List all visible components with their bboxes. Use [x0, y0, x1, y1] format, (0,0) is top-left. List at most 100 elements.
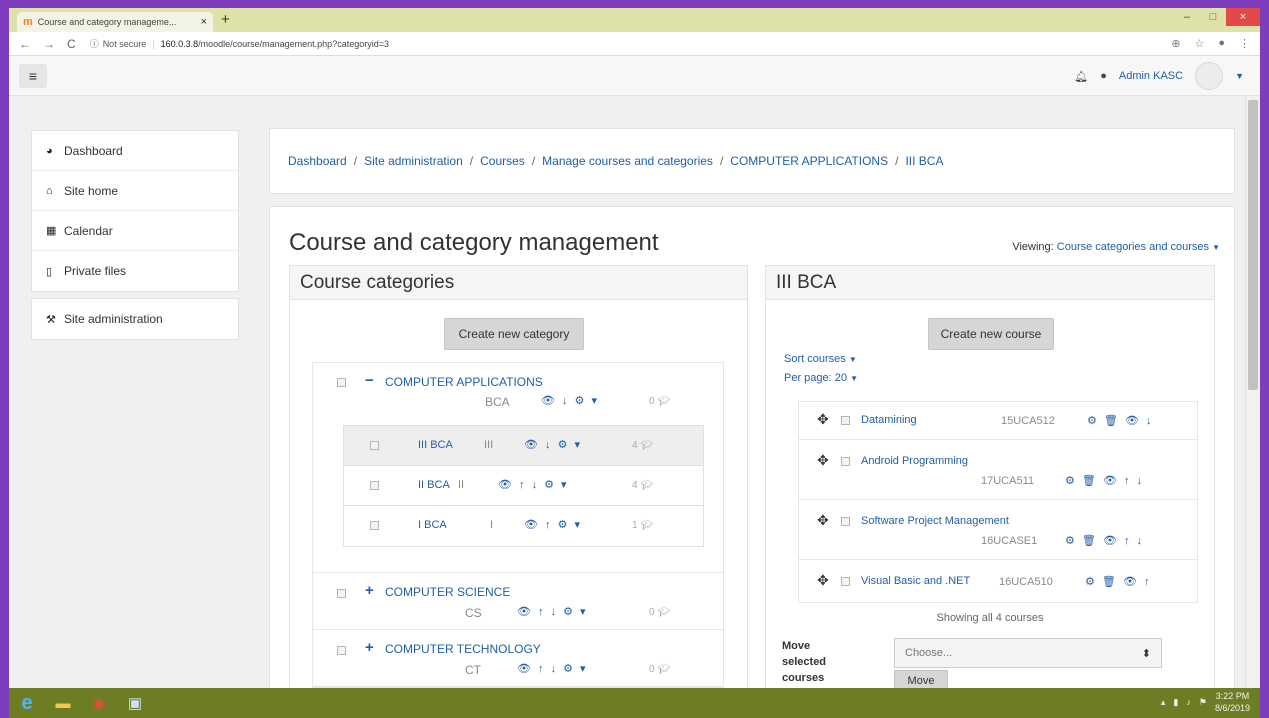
course-row[interactable]: ✥ Visual Basic and .NET 16UCA510 ⚙ 🗑︎ 👁︎…: [799, 560, 1197, 602]
scrollbar-thumb[interactable]: [1248, 100, 1258, 390]
url-field[interactable]: 160.0.3.8/moodle/course/management.php?c…: [161, 39, 1172, 49]
category-name[interactable]: COMPUTER TECHNOLOGY: [385, 642, 541, 656]
page-scrollbar[interactable]: [1245, 96, 1260, 688]
move-handle-icon[interactable]: ✥: [817, 411, 829, 428]
move-button[interactable]: Move: [894, 670, 948, 688]
word-icon[interactable]: ▣: [117, 688, 153, 718]
subcategory-row[interactable]: II BCA II 👁︎ ↑ ↓ ⚙ ▾ 4 🎓︎: [344, 466, 703, 506]
course-count: 4 🎓︎: [632, 480, 654, 491]
category-checkbox[interactable]: [337, 378, 346, 387]
category-name[interactable]: COMPUTER APPLICATIONS: [385, 375, 543, 389]
subcategory-name[interactable]: III BCA: [418, 439, 453, 451]
sidebar-item-private-files[interactable]: ▯ Private files: [32, 251, 238, 291]
sort-courses-dropdown[interactable]: Sort courses ▼: [784, 353, 857, 365]
create-course-button[interactable]: Create new course: [928, 318, 1054, 350]
sidebar-item-site-administration[interactable]: ⚒ Site administration: [32, 299, 238, 339]
breadcrumb-item[interactable]: Courses: [480, 154, 525, 168]
subcategory-actions[interactable]: 👁︎ ↑ ↓ ⚙ ▾: [498, 478, 569, 491]
breadcrumb-item[interactable]: COMPUTER APPLICATIONS: [730, 154, 888, 168]
course-name[interactable]: Datamining: [861, 414, 917, 426]
back-icon[interactable]: ←: [19, 37, 31, 51]
course-actions[interactable]: ⚙ 🗑︎ 👁︎ ↑ ↓: [1065, 534, 1144, 547]
subcategory-row[interactable]: I BCA I 👁︎ ↑ ⚙ ▾ 1 🎓︎: [344, 506, 703, 546]
course-checkbox[interactable]: [841, 457, 850, 466]
category-actions[interactable]: 👁︎ ↑ ↓ ⚙ ▾: [517, 605, 588, 618]
forward-icon[interactable]: →: [43, 37, 55, 51]
new-tab-button[interactable]: +: [221, 11, 230, 28]
collapse-icon[interactable]: −: [365, 372, 374, 389]
subcategory-name[interactable]: II BCA: [418, 479, 450, 491]
category-actions[interactable]: 👁︎ ↓ ⚙ ▾: [541, 394, 599, 407]
minimize-button[interactable]: –: [1174, 8, 1200, 26]
chat-icon[interactable]: ●: [1100, 70, 1107, 82]
course-name[interactable]: Software Project Management: [861, 515, 1009, 527]
category-checkbox[interactable]: [337, 646, 346, 655]
course-actions[interactable]: ⚙ 🗑︎ 👁︎ ↑ ↓: [1065, 474, 1144, 487]
course-name[interactable]: Visual Basic and .NET: [861, 575, 970, 587]
course-row[interactable]: ✥ Android Programming 17UCA511 ⚙ 🗑︎ 👁︎ ↑…: [799, 440, 1197, 500]
star-icon[interactable]: ☆: [1194, 37, 1204, 50]
flag-icon[interactable]: ⚑: [1199, 697, 1207, 708]
hamburger-icon[interactable]: ≡: [19, 64, 47, 88]
subcategory-checkbox[interactable]: [370, 481, 379, 490]
breadcrumb-item[interactable]: III BCA: [905, 154, 943, 168]
course-actions[interactable]: ⚙ 🗑︎ 👁︎ ↑: [1085, 575, 1151, 588]
breadcrumb-item[interactable]: Manage courses and categories: [542, 154, 713, 168]
sidebar-item-site-home[interactable]: ⌂ Site home: [32, 171, 238, 211]
volume-icon[interactable]: ♪: [1186, 697, 1191, 707]
sidebar-item-calendar[interactable]: ▦ Calendar: [32, 211, 238, 251]
user-name[interactable]: Admin KASC: [1119, 70, 1183, 82]
course-checkbox[interactable]: [841, 577, 850, 586]
sidebar-item-dashboard[interactable]: ◕ Dashboard: [32, 131, 238, 171]
network-icon[interactable]: ▮: [1173, 697, 1178, 708]
expand-icon[interactable]: +: [365, 639, 374, 656]
subcategory-checkbox[interactable]: [370, 521, 379, 530]
subcategory-actions[interactable]: 👁︎ ↑ ⚙ ▾: [524, 518, 582, 531]
course-row[interactable]: ✥ Software Project Management 16UCASE1 ⚙…: [799, 500, 1197, 560]
tab-close-icon[interactable]: ×: [201, 16, 207, 28]
subcategory-checkbox[interactable]: [370, 441, 379, 450]
tray-arrow-icon[interactable]: ▴: [1161, 697, 1166, 708]
course-row[interactable]: ✥ Datamining 15UCA512 ⚙ 🗑︎ 👁︎ ↓: [799, 402, 1197, 440]
tab-title: Course and category manageme...: [37, 17, 177, 27]
create-category-button[interactable]: Create new category: [444, 318, 584, 350]
bell-icon[interactable]: 🔔︎: [1074, 70, 1088, 83]
info-icon[interactable]: ⓘ: [90, 37, 99, 50]
close-window-button[interactable]: ×: [1226, 8, 1260, 26]
breadcrumb-item[interactable]: Site administration: [364, 154, 463, 168]
maximize-button[interactable]: □: [1200, 8, 1226, 26]
breadcrumb-item[interactable]: Dashboard: [288, 154, 347, 168]
reload-icon[interactable]: C: [67, 37, 76, 51]
ie-icon[interactable]: e: [9, 688, 45, 718]
category-item: + COMPUTER SCIENCE CS 👁︎ ↑ ↓ ⚙ ▾ 0 🎓︎: [313, 573, 723, 630]
viewing-selector[interactable]: Viewing: Course categories and courses ▼: [1012, 241, 1220, 253]
chevron-down-icon[interactable]: ▼: [1212, 243, 1220, 252]
course-checkbox[interactable]: [841, 517, 850, 526]
subcategory-name[interactable]: I BCA: [418, 519, 447, 531]
avatar[interactable]: [1195, 62, 1224, 90]
browser-tab[interactable]: m Course and category manageme... ×: [17, 12, 213, 32]
profile-icon[interactable]: ●: [1218, 37, 1225, 50]
subcategory-actions[interactable]: 👁︎ ↓ ⚙ ▾: [524, 438, 582, 451]
course-code: 16UCASE1: [981, 535, 1038, 547]
clock[interactable]: 3:22 PM 8/6/2019: [1215, 690, 1250, 714]
folder-icon[interactable]: ▬: [45, 688, 81, 718]
user-menu-caret-icon[interactable]: ▼: [1235, 71, 1244, 81]
expand-icon[interactable]: +: [365, 582, 374, 599]
course-name[interactable]: Android Programming: [861, 455, 968, 467]
course-actions[interactable]: ⚙ 🗑︎ 👁︎ ↓: [1087, 414, 1153, 427]
move-handle-icon[interactable]: ✥: [817, 572, 829, 589]
chrome-icon[interactable]: ◉: [81, 688, 117, 718]
category-checkbox[interactable]: [337, 589, 346, 598]
zoom-icon[interactable]: ⊕: [1171, 37, 1180, 50]
move-handle-icon[interactable]: ✥: [817, 452, 829, 469]
move-category-select[interactable]: Choose... ⬍: [894, 638, 1162, 668]
course-checkbox[interactable]: [841, 416, 850, 425]
browser-menu-icon[interactable]: ⋮: [1239, 37, 1250, 50]
category-name[interactable]: COMPUTER SCIENCE: [385, 585, 510, 599]
per-page-dropdown[interactable]: Per page: 20 ▼: [784, 372, 858, 384]
category-actions[interactable]: 👁︎ ↑ ↓ ⚙ ▾: [517, 662, 588, 675]
move-handle-icon[interactable]: ✥: [817, 512, 829, 529]
viewing-value[interactable]: Course categories and courses: [1057, 241, 1209, 253]
subcategory-row[interactable]: III BCA III 👁︎ ↓ ⚙ ▾ 4 🎓︎: [344, 426, 703, 466]
